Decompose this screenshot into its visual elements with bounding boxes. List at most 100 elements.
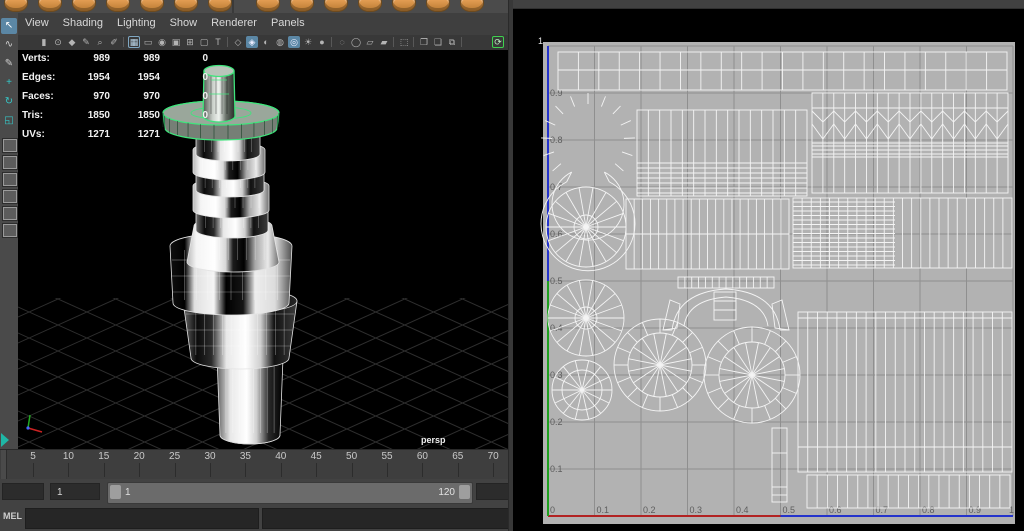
rotate-tool[interactable]: ↻ <box>1 94 17 110</box>
hud-label: UVs: <box>22 129 45 140</box>
hud-value-selected: 0 <box>160 72 208 83</box>
toolbar-camera-select-icon[interactable]: ⊙ <box>52 36 64 48</box>
timeline-tick-label: 45 <box>311 451 322 462</box>
poly-cylinder-icon[interactable] <box>72 0 96 12</box>
toolbar-camera-icon[interactable]: ▮ <box>38 36 50 48</box>
toolbar-grid-icon[interactable]: ▦ <box>128 36 140 48</box>
four-pane-layout-button[interactable] <box>2 206 18 221</box>
hud-label: Verts: <box>22 53 50 64</box>
toolbar-separator <box>331 37 332 47</box>
lasso-tool[interactable]: ∿ <box>1 37 17 53</box>
toolbar-film-gate-icon[interactable]: ▭ <box>142 36 154 48</box>
two-pane-side-by-side-layout-button[interactable] <box>2 155 18 170</box>
toolbar-pin-view-icon[interactable]: ⧉ <box>446 36 458 48</box>
timeline-tick-label: 25 <box>169 451 180 462</box>
range-start-handle[interactable] <box>110 485 121 499</box>
toolbar-safe-action-icon[interactable]: ▢ <box>198 36 210 48</box>
timeline-tick <box>245 463 246 477</box>
toolbar-xray-icon[interactable]: ◯ <box>350 36 362 48</box>
hud-row-verts: Verts:9899890 <box>18 53 218 72</box>
toolbar-shaded-icon[interactable]: ◈ <box>246 36 258 48</box>
two-pane-stacked-layout-button[interactable] <box>2 172 18 187</box>
timeline-tick <box>104 463 105 477</box>
toolbar-isolate-select-icon[interactable]: ◌ <box>336 36 348 48</box>
hud-value-visible: 989 <box>110 53 160 64</box>
toolbar-use-default-material-icon[interactable]: ◎ <box>288 36 300 48</box>
range-slider[interactable]: 1 120 <box>107 482 473 504</box>
toolbar-safe-title-icon[interactable]: T <box>212 36 224 48</box>
single-pane-layout-button[interactable] <box>2 138 18 153</box>
anim-end-field[interactable] <box>476 483 510 500</box>
toolbar-gate-mask-icon[interactable]: ▣ <box>170 36 182 48</box>
toolbar-pan-zoom-icon[interactable]: ⌕ <box>94 36 106 48</box>
maya-window: { "colors":{"accent_blue":"#5b87a5","she… <box>0 0 1024 531</box>
playhead[interactable] <box>1 450 7 479</box>
anim-start-field[interactable] <box>2 483 44 500</box>
toolbar-image-plane-icon[interactable]: ✎ <box>80 36 92 48</box>
uv-v-label: 0.2 <box>550 417 563 427</box>
three-pane-split-layout-button[interactable] <box>2 189 18 204</box>
soccer-ball-icon[interactable] <box>426 0 450 12</box>
current-frame-field[interactable]: 1 <box>50 483 100 500</box>
mel-label[interactable]: MEL <box>3 511 22 521</box>
toolbar-duplicate-view-icon[interactable]: ❐ <box>418 36 430 48</box>
viewport-persp[interactable]: Verts:9899890Edges:195419540Faces:970970… <box>18 50 512 449</box>
hud-row-uvs: UVs:12711271 <box>18 129 218 148</box>
menu-shading[interactable]: Shading <box>56 13 110 29</box>
hud-label: Edges: <box>22 72 55 83</box>
poly-cube-icon[interactable] <box>38 0 62 12</box>
menu-renderer[interactable]: Renderer <box>204 13 264 29</box>
uv-canvas[interactable]: 0.90.80.70.60.50.40.30.20.100.10.20.30.4… <box>512 8 1024 531</box>
command-result <box>262 508 512 529</box>
platonic-solid-icon[interactable] <box>256 0 280 12</box>
timeline-tick <box>210 463 211 477</box>
uv-v-max-label: 1 <box>538 36 543 46</box>
toolbar-wireframe-on-shaded-icon[interactable]: ◐ <box>260 36 272 48</box>
toolbar-shadows-icon[interactable]: ● <box>316 36 328 48</box>
uv-editor-window[interactable]: 0.90.80.70.60.50.40.30.20.100.10.20.30.4… <box>512 0 1024 531</box>
toolbar-grease-pencil-icon[interactable]: ✐ <box>108 36 120 48</box>
move-tool[interactable]: + <box>1 75 17 91</box>
poly-disc-icon[interactable] <box>208 0 232 12</box>
outliner-persp-layout-button[interactable] <box>2 223 18 238</box>
toolbar-smooth-wireframe-icon[interactable]: ▰ <box>378 36 390 48</box>
menu-show[interactable]: Show <box>163 13 205 29</box>
hud-value-total: 1850 <box>58 110 110 121</box>
toolbar-textured-icon[interactable]: ◍ <box>274 36 286 48</box>
poly-plane-icon[interactable] <box>174 0 198 12</box>
paint-select-tool[interactable]: ✎ <box>1 56 17 72</box>
scale-tool[interactable]: ◱ <box>1 113 17 129</box>
toolbar-wireframe-icon[interactable]: ◇ <box>232 36 244 48</box>
poly-torus-icon[interactable] <box>140 0 164 12</box>
poly-pyramid-icon[interactable] <box>290 0 314 12</box>
toolbar-lights-icon[interactable]: ☀ <box>302 36 314 48</box>
panel-divider[interactable] <box>508 0 513 531</box>
toolbar-tear-off-copy-icon[interactable]: ❏ <box>432 36 444 48</box>
toolbar-bookmark-icon[interactable]: ◆ <box>66 36 78 48</box>
command-input[interactable] <box>25 508 259 529</box>
toolbar-field-chart-icon[interactable]: ⊞ <box>184 36 196 48</box>
super-shape-icon[interactable] <box>460 0 484 12</box>
toolbar-resolution-gate-icon[interactable]: ◉ <box>156 36 168 48</box>
hud-value-total: 1954 <box>58 72 110 83</box>
poly-pipe-icon[interactable] <box>324 0 348 12</box>
toolbar-plugin-shapes-icon[interactable]: ⬚ <box>398 36 410 48</box>
menu-panels[interactable]: Panels <box>264 13 312 29</box>
range-end-value: 120 <box>438 485 455 500</box>
poly-helix-icon[interactable] <box>358 0 382 12</box>
shelf-bar <box>0 0 512 14</box>
timeline-tick <box>316 463 317 477</box>
poly-sphere-icon[interactable] <box>4 0 28 12</box>
poly-cone-icon[interactable] <box>106 0 130 12</box>
menu-lighting[interactable]: Lighting <box>110 13 163 29</box>
toolbar-backface-culling-icon[interactable]: ▱ <box>364 36 376 48</box>
menu-view[interactable]: View <box>18 13 56 29</box>
poly-gear-icon[interactable] <box>392 0 416 12</box>
time-slider[interactable]: 510152025303540455055606570 <box>0 449 512 480</box>
range-end-handle[interactable] <box>459 485 470 499</box>
timeline-tick-label: 15 <box>98 451 109 462</box>
select-tool[interactable]: ↖ <box>1 18 17 34</box>
hud-row-edges: Edges:195419540 <box>18 72 218 91</box>
toolbar-texture-view-icon[interactable]: ⟳ <box>492 36 504 48</box>
timeline-tick-label: 5 <box>30 451 36 462</box>
